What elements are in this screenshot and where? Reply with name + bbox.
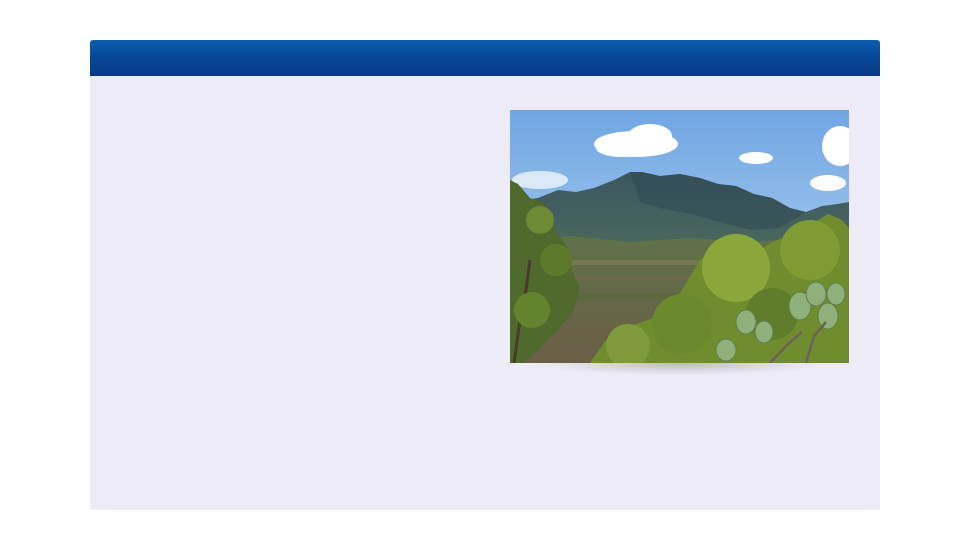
- panel-header-bar: [90, 40, 880, 76]
- content-panel: [90, 40, 880, 510]
- landscape-photo: [510, 110, 849, 363]
- landscape-photo-frame: [510, 110, 849, 375]
